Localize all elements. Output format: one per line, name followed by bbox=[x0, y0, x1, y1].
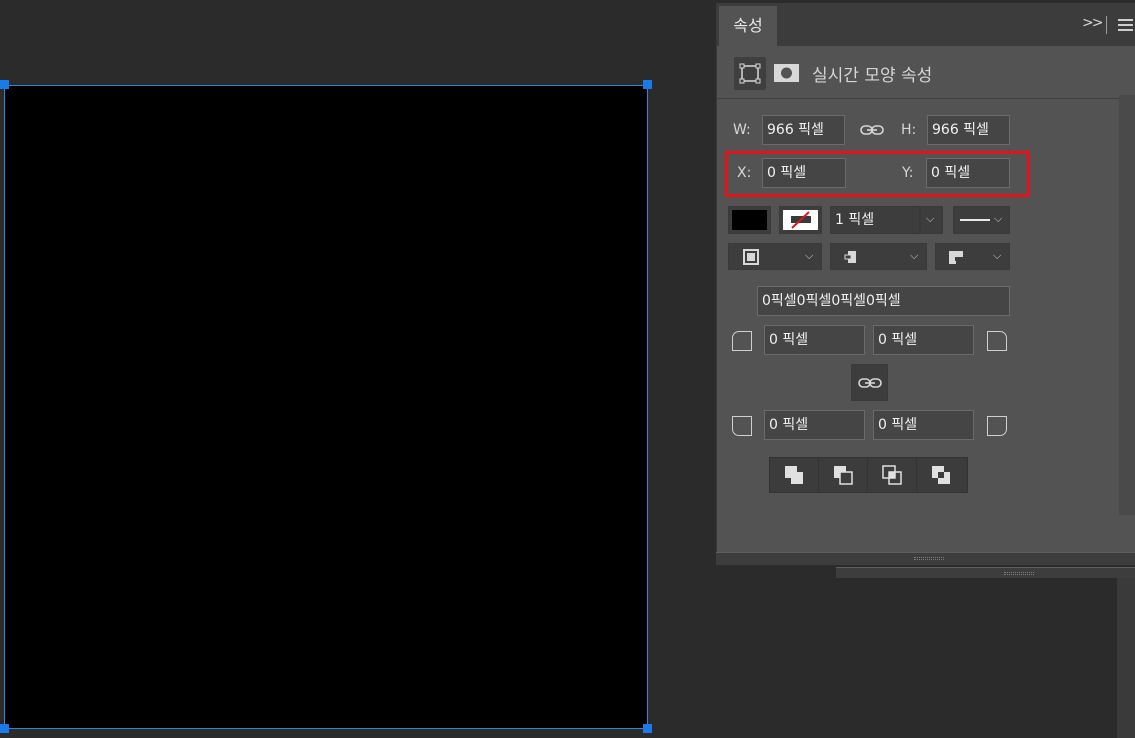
corner-top-left-field[interactable]: 0 픽셀 bbox=[764, 325, 865, 355]
width-label: W: bbox=[733, 122, 751, 138]
width-field[interactable]: 966 픽셀 bbox=[762, 115, 845, 145]
resize-handle-bottom-right[interactable] bbox=[643, 724, 652, 733]
shape-properties-icon[interactable] bbox=[734, 57, 766, 90]
subtract-front-shape-button[interactable] bbox=[819, 458, 868, 492]
resize-handle-top-right[interactable] bbox=[643, 80, 652, 89]
panel-header: 속성 >> bbox=[717, 3, 1135, 46]
intersect-shapes-button[interactable] bbox=[868, 458, 917, 492]
link-corners-button[interactable] bbox=[851, 364, 888, 401]
panel-menu-icon[interactable] bbox=[1118, 19, 1133, 34]
fill-color-swatch[interactable] bbox=[728, 206, 771, 234]
stroke-color-swatch[interactable] bbox=[779, 206, 822, 234]
stroke-inside-icon bbox=[743, 249, 759, 265]
resize-handle-top-left[interactable] bbox=[0, 80, 9, 89]
corner-bottom-right-field[interactable]: 0 픽셀 bbox=[873, 410, 974, 440]
chevron-down-icon: ⌵ bbox=[805, 249, 814, 262]
x-position-field[interactable]: 0 픽셀 bbox=[762, 158, 846, 188]
stroke-style-dropdown[interactable]: ⌵ bbox=[953, 206, 1010, 234]
stroke-align-dropdown[interactable]: ⌵ bbox=[728, 243, 822, 270]
corner-bottom-left-icon bbox=[732, 416, 752, 436]
subtract-front-shape-icon bbox=[834, 466, 853, 485]
resize-handle-bottom-left[interactable] bbox=[0, 724, 9, 733]
chevron-down-icon: ⌵ bbox=[910, 249, 919, 262]
stroke-join-dropdown[interactable]: ⌵ bbox=[935, 243, 1010, 270]
collapse-panel-button[interactable]: >> bbox=[1082, 15, 1104, 31]
line-join-icon bbox=[949, 251, 963, 264]
tab-properties[interactable]: 속성 bbox=[719, 6, 777, 46]
resize-grip-icon bbox=[1004, 572, 1034, 575]
combine-shapes-icon bbox=[785, 466, 803, 484]
stroke-width-field[interactable]: 1 픽셀 bbox=[830, 206, 920, 234]
panel-resize-bar[interactable] bbox=[716, 552, 1135, 565]
path-operations-group bbox=[769, 457, 968, 493]
resize-grip-icon bbox=[914, 557, 944, 560]
mask-icon[interactable] bbox=[773, 63, 800, 83]
corner-top-right-field[interactable]: 0 픽셀 bbox=[873, 325, 974, 355]
corner-radius-combined-field[interactable]: 0픽셀0픽셀0픽셀0픽셀 bbox=[757, 286, 1010, 316]
chevron-down-icon: ⌵ bbox=[993, 249, 1002, 262]
stroke-line-icon bbox=[960, 219, 990, 221]
exclude-overlap-icon bbox=[932, 466, 950, 484]
link-icon bbox=[858, 378, 882, 388]
combine-shapes-button[interactable] bbox=[770, 458, 819, 492]
exclude-overlap-button[interactable] bbox=[917, 458, 966, 492]
link-dimensions-icon[interactable] bbox=[860, 122, 884, 141]
x-label: X: bbox=[737, 165, 752, 181]
panel-scrollbar[interactable] bbox=[1119, 95, 1135, 515]
height-label: H: bbox=[901, 122, 917, 138]
intersect-shapes-icon bbox=[882, 465, 902, 485]
live-shape-properties-title: 실시간 모양 속성 bbox=[812, 66, 933, 86]
stroke-cap-dropdown[interactable]: ⌵ bbox=[830, 243, 927, 270]
chevron-down-icon: ⌵ bbox=[926, 212, 935, 225]
height-field[interactable]: 966 픽셀 bbox=[927, 115, 1010, 145]
corner-top-left-icon bbox=[732, 331, 752, 351]
header-divider bbox=[1106, 16, 1107, 34]
y-label: Y: bbox=[902, 165, 914, 181]
line-cap-icon bbox=[844, 251, 856, 263]
secondary-panel-column bbox=[1117, 578, 1135, 738]
stroke-width-dropdown[interactable]: ⌵ bbox=[920, 206, 943, 234]
corner-top-right-icon bbox=[987, 331, 1007, 351]
divider bbox=[717, 98, 1120, 99]
secondary-panel-bar[interactable] bbox=[836, 567, 1135, 578]
selected-shape[interactable] bbox=[4, 85, 648, 729]
corner-bottom-right-icon bbox=[987, 416, 1007, 436]
chevron-down-icon: ⌵ bbox=[994, 212, 1003, 225]
corner-bottom-left-field[interactable]: 0 픽셀 bbox=[764, 410, 865, 440]
y-position-field[interactable]: 0 픽셀 bbox=[926, 158, 1010, 188]
